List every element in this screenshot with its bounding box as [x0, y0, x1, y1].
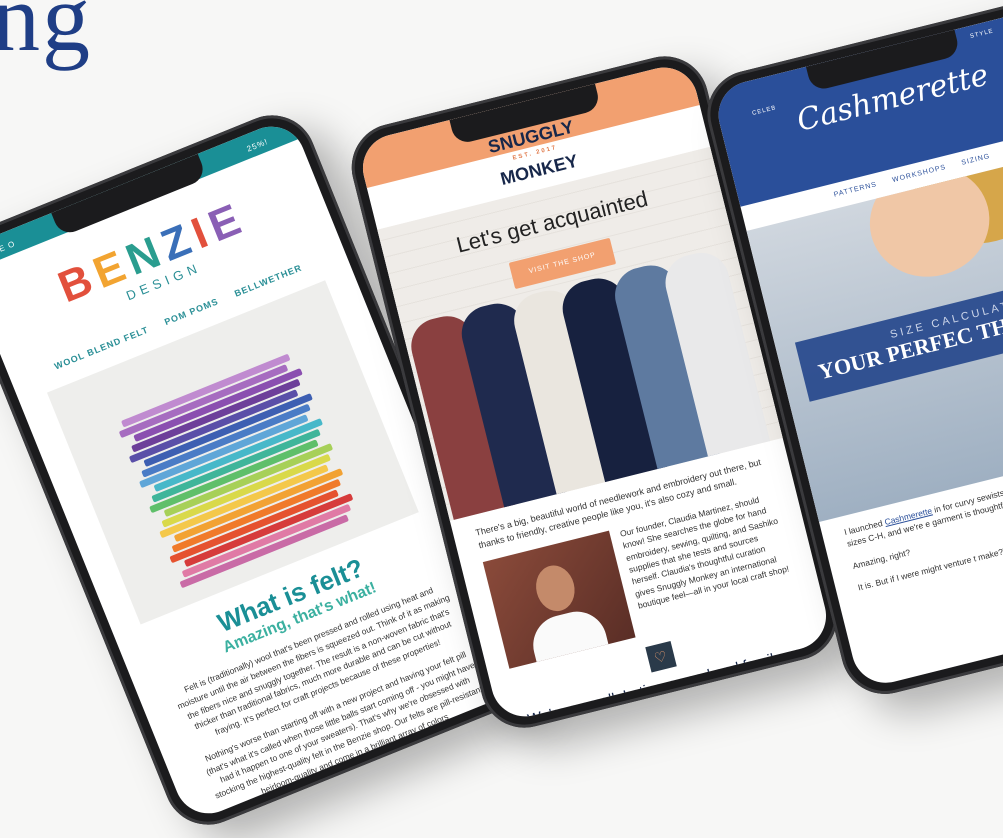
founder-face	[531, 561, 580, 616]
nav-item-sizing[interactable]: SIZING	[961, 153, 991, 167]
announcement-text-right: 25%!	[245, 136, 270, 154]
banner-headline: YOUR PERFEC THE FIRST	[815, 292, 1003, 385]
founder-photo	[482, 530, 636, 669]
site-header: CELEB STYLE Cashmerette	[711, 6, 1003, 207]
announcement-text-left: WE O	[0, 239, 17, 257]
announcement-text-right: STYLE	[969, 28, 995, 40]
page-heading-fragment: ng	[0, 0, 92, 71]
nav-item-pom-poms[interactable]: POM POMS	[163, 296, 220, 327]
founder-shirt	[526, 605, 609, 663]
nav-item-patterns[interactable]: PATTERNS	[833, 181, 878, 199]
size-calculator-banner[interactable]: SIZE CALCULAT YOUR PERFEC THE FIRST	[794, 267, 1003, 403]
heart-icon: ♡	[644, 641, 677, 673]
founder-paragraph: Our founder, Claudia Martinez, should kn…	[618, 494, 791, 611]
